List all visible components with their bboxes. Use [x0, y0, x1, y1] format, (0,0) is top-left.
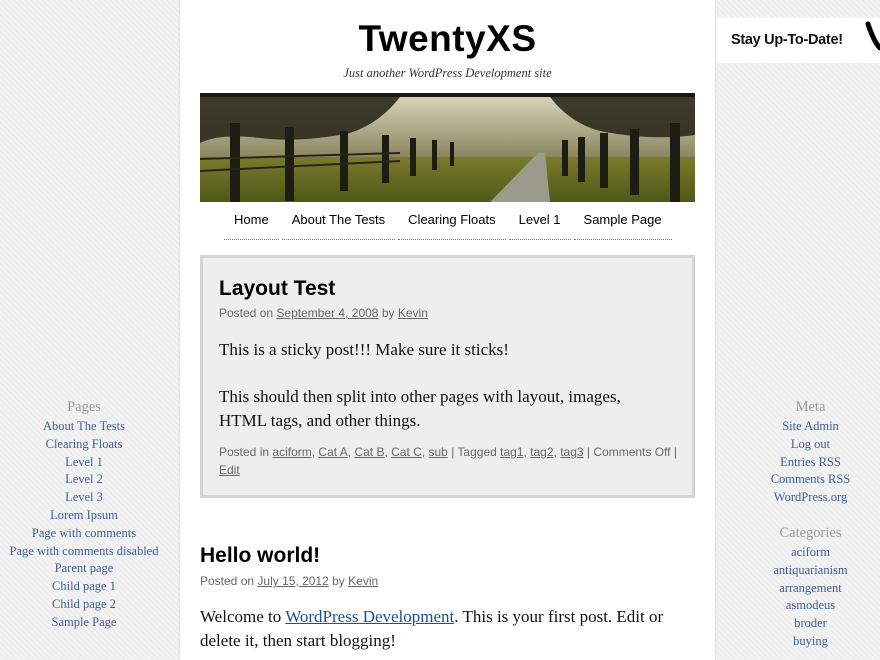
category-link[interactable]: buying [741, 633, 880, 651]
tagged-label: | Tagged [451, 445, 497, 459]
page-link[interactable]: Level 3 [0, 489, 168, 507]
category-link[interactable]: Cat B [354, 445, 384, 459]
author-link[interactable]: Kevin [398, 306, 428, 320]
meta-link[interactable]: Site Admin [741, 418, 880, 436]
post-footer: Posted in aciform, Cat A, Cat B, Cat C, … [219, 445, 677, 477]
page-link[interactable]: Page with comments [0, 525, 168, 543]
stay-up-to-date-tab[interactable]: Stay Up-To-Date! [716, 18, 880, 63]
tag-link[interactable]: tag1 [500, 445, 523, 459]
post-paragraph: This should then split into other pages … [219, 387, 621, 430]
author-link[interactable]: Kevin [348, 574, 378, 588]
posted-on-label: Posted on [219, 306, 274, 320]
nav-about-the-tests[interactable]: About The Tests [281, 210, 396, 240]
post-meta: Posted on July 15, 2012 by Kevin [200, 574, 378, 588]
category-link[interactable]: sub [428, 445, 447, 459]
page-link[interactable]: Child page 2 [0, 596, 168, 614]
category-link[interactable]: antiquarianism [741, 562, 880, 580]
left-sidebar: Pages About The Tests Clearing Floats Le… [0, 397, 168, 632]
site-tagline: Just another WordPress Development site [343, 66, 552, 80]
main-column: TwentyXS Just another WordPress Developm… [180, 0, 715, 660]
page-link[interactable]: About The Tests [0, 418, 168, 436]
by-label: by [332, 574, 345, 588]
page-link[interactable]: Sample Page [0, 614, 168, 632]
sticky-post: Layout Test Posted on September 4, 2008 … [200, 255, 695, 498]
category-link[interactable]: Cat C [391, 445, 422, 459]
site-title[interactable]: TwentyXS [180, 18, 715, 60]
main-navigation: Home About The Tests Clearing Floats Lev… [224, 210, 675, 240]
by-label: by [381, 306, 395, 320]
tag-link[interactable]: tag3 [560, 445, 583, 459]
tag-link[interactable]: tag2 [530, 445, 553, 459]
post-paragraph: Welcome to WordPress Development. This i… [200, 605, 695, 653]
page-link[interactable]: Level 2 [0, 471, 168, 489]
meta-link[interactable]: Log out [741, 436, 880, 454]
meta-link[interactable]: Comments RSS [741, 471, 880, 489]
subscribe-ring-icon [865, 21, 880, 51]
post-meta: Posted on September 4, 2008 by Kevin [219, 306, 428, 320]
nav-sample-page[interactable]: Sample Page [573, 210, 672, 240]
meta-link[interactable]: WordPress.org [741, 489, 880, 507]
nav-level-1[interactable]: Level 1 [508, 210, 571, 240]
post-title[interactable]: Layout Test [219, 277, 335, 301]
page-link[interactable]: Page with comments disabled [0, 543, 168, 561]
page-link[interactable]: Clearing Floats [0, 436, 168, 454]
site-link[interactable]: WordPress Development [285, 607, 454, 626]
category-link[interactable]: asmodeus [741, 597, 880, 615]
post-title[interactable]: Hello world! [200, 544, 320, 568]
category-link[interactable]: arrangement [741, 580, 880, 598]
category-link[interactable]: aciform [741, 544, 880, 562]
posted-in-label: Posted in [219, 445, 270, 459]
page-link[interactable]: Level 1 [0, 454, 168, 472]
nav-clearing-floats[interactable]: Clearing Floats [398, 210, 506, 240]
page-link[interactable]: Parent page [0, 560, 168, 578]
page-link[interactable]: Child page 1 [0, 578, 168, 596]
post-date-link[interactable]: September 4, 2008 [276, 306, 378, 320]
pages-heading: Pages [67, 399, 101, 415]
categories-heading: Categories [779, 524, 842, 541]
post-text: Welcome to [200, 607, 282, 626]
category-link[interactable]: broder [741, 615, 880, 633]
right-sidebar: Meta Site Admin Log out Entries RSS Comm… [741, 397, 880, 651]
nav-home[interactable]: Home [224, 210, 279, 240]
meta-heading: Meta [795, 399, 826, 415]
category-link[interactable]: aciform [272, 445, 311, 459]
category-link[interactable]: Cat A [318, 445, 347, 459]
post-paragraph: This is a sticky post!!! Make sure it st… [219, 340, 509, 359]
stay-up-to-date-label: Stay Up-To-Date! [731, 32, 843, 48]
posted-on-label: Posted on [200, 574, 255, 588]
meta-link[interactable]: Entries RSS [741, 454, 880, 472]
header-image[interactable] [200, 93, 695, 202]
page-link[interactable]: Lorem Ipsum [0, 507, 168, 525]
comments-status: | Comments Off | [586, 445, 677, 459]
edit-link[interactable]: Edit [219, 463, 240, 477]
post-date-link[interactable]: July 15, 2012 [257, 574, 328, 588]
